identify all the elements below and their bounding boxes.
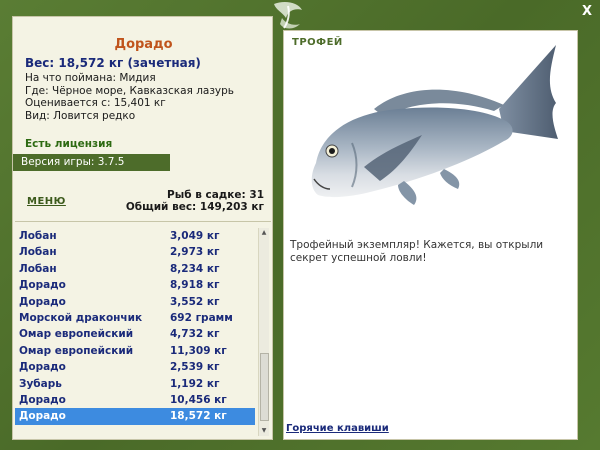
catch-fish-weight: 2,539 кг (170, 361, 220, 374)
rarity-info: Вид: Ловится редко (25, 109, 136, 122)
catch-fish-weight: 2,973 кг (170, 246, 220, 259)
catch-row[interactable]: Дорадо 18,572 кг (15, 408, 255, 425)
catch-fish-name: Дорадо (19, 295, 66, 308)
version-label: Версия игры: 3.7.5 (13, 154, 170, 171)
catch-list-scrollbar[interactable]: ▲ ▼ (258, 228, 269, 436)
catch-fish-name: Дорадо (19, 279, 66, 292)
catch-fish-weight: 4,732 кг (170, 328, 220, 341)
trophy-text: Трофейный экземпляр! Кажется, вы открыли… (290, 239, 544, 264)
catch-fish-name: Лобан (19, 262, 57, 275)
catch-row[interactable]: Дорадо 10,456 кг (15, 392, 255, 408)
fish-details: На что поймана: Мидия Где: Чёрное море, … (25, 72, 234, 122)
catch-fish-weight: 692 грамм (170, 311, 233, 324)
close-button[interactable]: X (582, 4, 592, 19)
catch-stats: Рыб в садке: 31 Общий вес: 149,203 кг (126, 189, 264, 213)
fish-name: Дорадо (114, 37, 173, 52)
catch-fish-name: Омар европейский (19, 328, 134, 341)
bait-info: На что поймана: Мидия (25, 72, 156, 84)
menu-button[interactable]: МЕНЮ (27, 196, 66, 207)
catch-fish-weight: 3,049 кг (170, 230, 220, 242)
total-weight: Общий вес: 149,203 кг (125, 201, 264, 213)
catch-fish-name: Морской дракончик (19, 311, 143, 324)
catch-row[interactable]: Морской дракончик 692 грамм (15, 310, 255, 326)
catch-fish-name: Дорадо (19, 410, 66, 423)
fish-info-panel: Дорадо Вес: 18,572 кг (зачетная) На что … (12, 16, 273, 440)
trophy-panel: ТРОФЕЙ Трофейный экземпляр! Кажется, вы … (283, 30, 578, 440)
value-info: Оценивается с: 15,401 кг (25, 97, 166, 109)
catch-fish-name: Дорадо (19, 361, 66, 374)
location-info: Где: Чёрное море, Кавказская лазурь (25, 84, 234, 97)
game-logo (274, 2, 302, 29)
catch-row[interactable]: Лобан 3,049 кг (15, 228, 255, 244)
trophy-title: ТРОФЕЙ (292, 37, 343, 48)
catch-row[interactable]: Лобан 2,973 кг (15, 244, 255, 260)
catch-row[interactable]: Зубарь 1,192 кг (15, 376, 255, 392)
fish-image (311, 45, 558, 205)
hotkeys-link[interactable]: Горячие клавиши (286, 423, 389, 434)
catch-row[interactable]: Дорадо 8,918 кг (15, 277, 255, 293)
catch-row[interactable]: Омар европейский 4,732 кг (15, 326, 255, 342)
catch-row[interactable]: Дорадо 3,552 кг (15, 294, 255, 310)
catch-fish-name: Зубарь (19, 377, 62, 390)
scroll-thumb[interactable] (260, 353, 269, 421)
catch-row[interactable]: Дорадо 2,539 кг (15, 359, 255, 375)
catch-fish-weight: 18,572 кг (170, 410, 227, 423)
fish-weight: Вес: 18,572 кг (зачетная) (25, 56, 201, 70)
license-status: Есть лицензия (25, 138, 113, 150)
fish-count: Рыб в садке: 31 (167, 189, 264, 201)
catch-list[interactable]: Лобан 3,049 кг Лобан 2,973 кг Лобан 8,234 кг Д… (15, 221, 271, 438)
catch-fish-weight: 10,456 кг (170, 393, 227, 406)
catch-fish-name: Лобан (19, 246, 57, 259)
catch-row[interactable]: Лобан 8,234 кг (15, 261, 255, 277)
catch-fish-weight: 3,552 кг (170, 295, 220, 308)
scroll-down-icon[interactable]: ▼ (259, 426, 269, 436)
scroll-up-icon[interactable]: ▲ (259, 228, 269, 238)
catch-fish-weight: 1,192 кг (170, 377, 220, 390)
catch-fish-weight: 8,234 кг (170, 262, 220, 275)
catch-fish-name: Лобан (19, 230, 57, 242)
catch-row[interactable]: Омар европейский 11,309 кг (15, 343, 255, 359)
catch-rows: Лобан 3,049 кг Лобан 2,973 кг Лобан 8,234 кг Д… (15, 228, 255, 425)
catch-fish-weight: 11,309 кг (170, 344, 227, 357)
catch-fish-name: Омар европейский (19, 344, 134, 357)
catch-fish-weight: 8,918 кг (170, 279, 220, 292)
catch-fish-name: Дорадо (19, 393, 66, 406)
